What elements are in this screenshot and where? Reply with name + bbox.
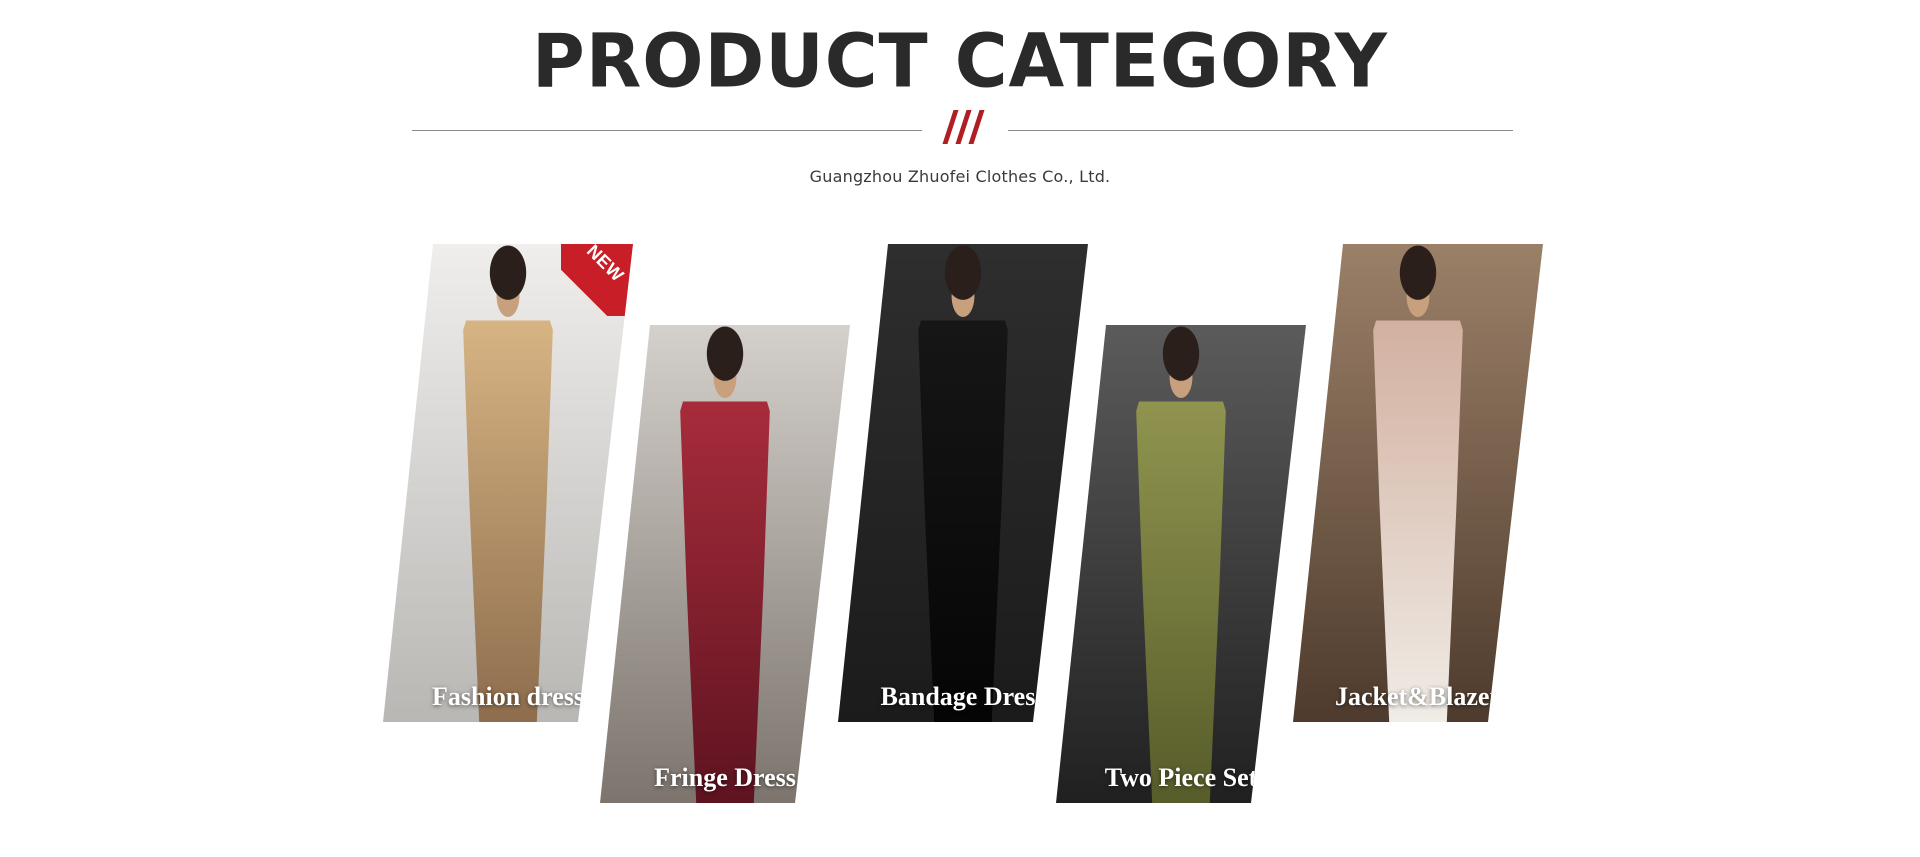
slash-accent-icon [942,110,988,146]
category-label: Jacket&Blazer [1334,682,1502,711]
category-card-jacket-blazer[interactable]: Jacket&Blazer [1293,244,1543,722]
category-label: Two Piece Set [1104,763,1258,792]
page-title: PRODUCT CATEGORY [532,17,1388,105]
category-card-fringe-dress[interactable]: Fringe Dress [600,325,850,803]
category-label: Bandage Dress [880,682,1046,711]
company-name: Guangzhou Zhuofei Clothes Co., Ltd. [809,167,1111,186]
category-label: Fringe Dress [654,763,796,792]
category-label: Fashion dress [432,682,584,711]
category-card-bandage-dress[interactable]: Bandage Dress [838,244,1088,722]
category-card-two-piece-set[interactable]: Two Piece Set [1056,325,1306,803]
product-category-page: PRODUCT CATEGORY Guangzhou Zhuofei Cloth… [0,0,1920,857]
new-badge: NEW [561,244,633,316]
section-header: PRODUCT CATEGORY Guangzhou Zhuofei Cloth… [0,0,1920,200]
right-divider-line [1008,130,1513,131]
category-card-fashion-dress[interactable]: NEW Fashion dress [383,244,633,722]
left-divider-line [412,130,922,131]
